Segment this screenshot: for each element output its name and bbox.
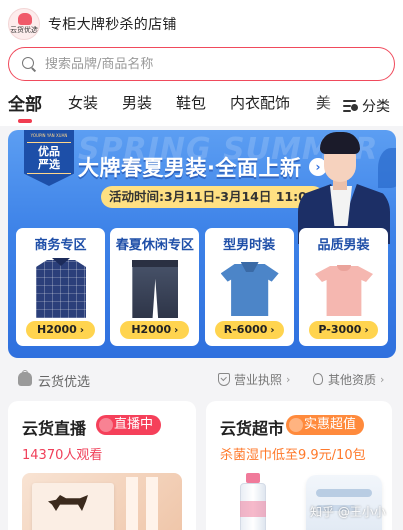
top-header: 云货优选 专柜大牌秒杀的店铺 全部 女装 男装 鞋包 内衣配饰 美 分类 xyxy=(0,0,403,126)
cart-icon xyxy=(289,418,303,432)
card-price-button[interactable]: P-3000 › xyxy=(308,321,378,339)
chevron-right-icon: › xyxy=(174,325,179,336)
card-price: H2000 xyxy=(37,323,77,336)
card-price: H2000 xyxy=(131,323,172,336)
card-title: 商务专区 xyxy=(34,238,87,253)
qualification-link[interactable]: 其他资质 › xyxy=(312,371,384,388)
banner-category-cards: 商务专区 H2000 › 春夏休闲专区 H2000 › 型男时装 R-6000 … xyxy=(16,228,388,346)
chevron-right-icon: › xyxy=(364,325,369,336)
market-tag-label: 实惠超值 xyxy=(304,417,357,432)
banner-headline: 大牌春夏男装·全面上新 xyxy=(78,156,302,180)
card-title: 品质男装 xyxy=(317,238,370,253)
category-tabs: 全部 女装 男装 鞋包 内衣配饰 美 分类 xyxy=(0,92,403,124)
market-tag-badge: 实惠超值 xyxy=(286,415,365,435)
search-bar[interactable] xyxy=(8,47,395,81)
store-header[interactable]: 云货优选 专柜大牌秒杀的店铺 xyxy=(8,6,177,42)
market-promo: 杀菌湿巾低至9.9元/10包 xyxy=(220,448,366,463)
card-price-button[interactable]: H2000 › xyxy=(26,321,95,339)
live-viewers: 14370人观看 xyxy=(22,448,103,463)
card-title: 型男时装 xyxy=(223,238,276,253)
live-card-title: 云货直播 xyxy=(22,419,87,438)
live-icon xyxy=(99,418,113,432)
category-button[interactable]: 分类 xyxy=(339,92,403,120)
badge-small-text: YOUPIN YAN XUAN xyxy=(30,133,68,138)
bottle-image xyxy=(236,473,270,530)
card-price-button[interactable]: R-6000 › xyxy=(214,321,284,339)
activity-time: 活动时间:3月11日-3月14日 11:00 xyxy=(101,186,324,208)
category-search-icon xyxy=(343,99,359,113)
search-input[interactable] xyxy=(45,56,365,72)
chevron-right-icon: › xyxy=(79,325,84,336)
tab-shoes-bags[interactable]: 鞋包 xyxy=(176,92,206,113)
plaid-shirt-image xyxy=(30,256,91,318)
tab-mens[interactable]: 男装 xyxy=(122,92,152,113)
card-business[interactable]: 商务专区 H2000 › xyxy=(16,228,105,346)
denim-shorts-image xyxy=(124,256,185,318)
active-tab-indicator xyxy=(18,119,32,123)
live-status-label: 直播中 xyxy=(114,417,154,432)
qualification-label: 其他资质 xyxy=(328,373,377,387)
section-title: 云货优选 xyxy=(38,375,91,390)
watermark: 知乎 @王小小 xyxy=(310,505,386,519)
pink-tee-image xyxy=(313,256,374,318)
business-license-link[interactable]: 营业执照 › xyxy=(218,371,290,388)
card-quality[interactable]: 品质男装 P-3000 › xyxy=(298,228,388,346)
tab-womens[interactable]: 女装 xyxy=(68,92,98,113)
store-logo: 云货优选 xyxy=(8,8,40,40)
card-price: R-6000 xyxy=(223,323,268,336)
card-fashion[interactable]: 型男时装 R-6000 › xyxy=(204,228,294,346)
medal-icon xyxy=(312,373,324,386)
search-icon xyxy=(21,56,37,72)
bag-icon xyxy=(18,13,32,25)
section-header: 云货优选 营业执照 › 其他资质 › xyxy=(0,364,403,394)
market-card-title: 云货超市 xyxy=(220,419,285,438)
card-casual[interactable]: 春夏休闲专区 H2000 › xyxy=(110,228,200,346)
promo-banner[interactable]: SPRING SUMMER YOUPIN YAN XUAN 优品 严选 大牌春夏… xyxy=(8,130,396,358)
shield-icon xyxy=(218,373,230,386)
category-button-label: 分类 xyxy=(362,99,390,115)
bag-icon xyxy=(14,370,36,388)
card-title: 春夏休闲专区 xyxy=(115,238,194,253)
youpin-badge: YOUPIN YAN XUAN 优品 严选 xyxy=(24,130,74,186)
card-price: P-3000 xyxy=(318,323,362,336)
live-preview-image xyxy=(22,473,182,530)
chevron-right-icon: › xyxy=(286,373,291,386)
chevron-right-icon: › xyxy=(380,373,385,386)
model-image xyxy=(294,130,396,244)
badge-big-text: 优品 严选 xyxy=(27,142,71,174)
polo-shirt-image xyxy=(219,256,280,318)
live-card[interactable]: 云货直播 直播中 14370人观看 xyxy=(8,401,196,530)
card-price-button[interactable]: H2000 › xyxy=(120,321,190,339)
live-status-badge: 直播中 xyxy=(96,415,162,435)
app-screen: 云货优选 专柜大牌秒杀的店铺 全部 女装 男装 鞋包 内衣配饰 美 分类 xyxy=(0,0,403,530)
store-name: 专柜大牌秒杀的店铺 xyxy=(48,17,177,33)
business-license-label: 营业执照 xyxy=(234,373,283,387)
tab-underwear-accessories[interactable]: 内衣配饰 xyxy=(230,92,290,113)
store-logo-text: 云货优选 xyxy=(10,26,38,34)
tab-all[interactable]: 全部 xyxy=(8,90,42,115)
chevron-right-icon: › xyxy=(270,325,275,336)
